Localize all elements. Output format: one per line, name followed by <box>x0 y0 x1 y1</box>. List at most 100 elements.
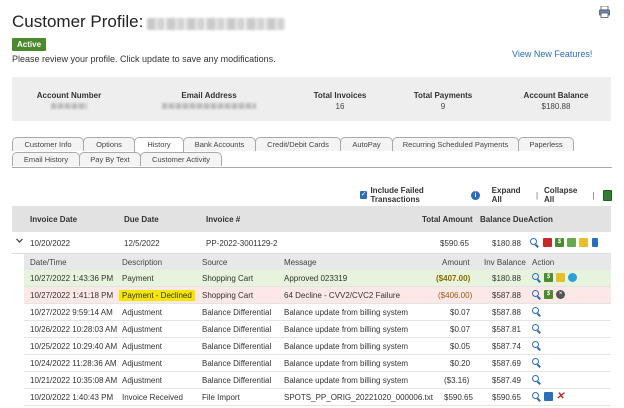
table-row[interactable]: 10/27/2022 1:43:36 PM Payment Shopping C… <box>24 270 611 287</box>
magnifier-icon[interactable] <box>532 358 539 365</box>
col-invoice-date[interactable]: Invoice Date <box>30 215 77 224</box>
invoice-balance-due: $180.88 <box>492 239 521 248</box>
void-icon[interactable]: × <box>556 290 565 299</box>
row-amount: $0.20 <box>450 359 471 368</box>
mail-icon[interactable] <box>556 273 565 282</box>
dollar-icon[interactable]: $ <box>544 273 553 282</box>
magnifier-icon[interactable] <box>530 238 537 245</box>
pdf-icon[interactable] <box>543 238 552 247</box>
magnifier-icon[interactable] <box>532 375 539 382</box>
excel-export-icon[interactable] <box>602 189 612 201</box>
col-balance-due[interactable]: Balance Due <box>480 215 528 224</box>
magnifier-icon[interactable] <box>532 290 539 297</box>
include-failed-checkbox[interactable]: ✓ <box>360 191 368 199</box>
row-source: Balance Differential <box>202 376 272 385</box>
collapse-all-link[interactable]: Collapse All <box>544 186 586 204</box>
magnifier-icon[interactable] <box>532 341 539 348</box>
tab-bank-accounts[interactable]: Bank Accounts <box>183 137 256 151</box>
account-number-redacted <box>51 103 87 109</box>
row-datetime: 10/27/2022 9:59:14 AM <box>30 308 113 317</box>
row-description-highlight: Payment - Declined <box>119 290 195 301</box>
tab-paperless[interactable]: Paperless <box>518 137 574 151</box>
col-due-date[interactable]: Due Date <box>124 215 159 224</box>
account-balance-label: Account Balance <box>523 91 589 100</box>
magnifier-icon[interactable] <box>532 273 539 280</box>
row-datetime: 10/24/2022 11:28:36 AM <box>30 359 117 368</box>
account-number-block: Account Number <box>34 91 104 111</box>
customer-name-redacted <box>147 17 286 30</box>
tab-options[interactable]: Options <box>83 137 135 151</box>
magnifier-icon[interactable] <box>532 307 539 314</box>
table-row[interactable]: 10/21/2022 10:35:08 AM Adjustment Balanc… <box>24 372 611 389</box>
review-instructions: Please review your profile. Click update… <box>12 54 276 64</box>
dollar-icon[interactable]: $ <box>544 290 553 299</box>
printer-icon[interactable] <box>599 6 610 18</box>
row-description: Adjustment <box>122 325 163 334</box>
document-icon[interactable] <box>567 238 576 247</box>
table-row[interactable]: 10/27/2022 9:59:14 AM Adjustment Balance… <box>24 304 611 321</box>
table-row[interactable]: 10/25/2022 10:29:40 AM Adjustment Balanc… <box>24 338 611 355</box>
magnifier-icon[interactable] <box>532 392 539 399</box>
row-datetime: 10/27/2022 1:43:36 PM <box>30 274 114 283</box>
invoice-total-amount: $590.65 <box>440 239 469 248</box>
info-icon[interactable]: i <box>471 190 480 200</box>
row-amount: $0.07 <box>450 325 471 334</box>
tab-customer-activity[interactable]: Customer Activity <box>140 152 222 166</box>
tab-history[interactable]: History <box>134 137 184 152</box>
view-new-features-link[interactable]: View New Features! <box>512 49 592 59</box>
page-title-row: Customer Profile: <box>12 12 286 32</box>
tab-credit-debit-cards[interactable]: Credit/Debit Cards <box>255 137 341 151</box>
chevron-down-icon[interactable] <box>16 237 23 244</box>
col-inv-balance: Inv Balance <box>484 258 526 267</box>
page-title: Customer Profile: <box>12 12 144 31</box>
col-action: Action <box>528 215 553 224</box>
row-description: Adjustment <box>122 308 163 317</box>
tab-customer-info[interactable]: Customer Info <box>12 137 84 151</box>
invoice-row[interactable]: 10/20/2022 12/5/2022 PP-2022-3001129-2 $… <box>12 232 611 254</box>
table-row[interactable]: 10/27/2022 1:41:18 PM Payment - Declined… <box>24 287 611 304</box>
col-datetime: Date/Time <box>30 258 67 267</box>
detail-header: Date/Time Description Source Message Amo… <box>24 254 611 270</box>
email-redacted <box>162 103 256 109</box>
row-datetime: 10/27/2022 1:41:18 PM <box>30 291 114 300</box>
col-invoice-number[interactable]: Invoice # <box>206 215 240 224</box>
row-datetime: 10/25/2022 10:29:40 AM <box>30 342 118 351</box>
refund-icon[interactable] <box>568 273 577 282</box>
tab-autopay[interactable]: AutoPay <box>340 137 393 151</box>
table-row[interactable]: 10/24/2022 11:28:36 AM Adjustment Balanc… <box>24 355 611 372</box>
mail-icon[interactable] <box>579 238 588 247</box>
tab-pay-by-text[interactable]: Pay By Text <box>79 152 141 166</box>
account-number-label: Account Number <box>36 91 102 100</box>
col-total-amount[interactable]: Total Amount <box>422 215 473 224</box>
row-description: Adjustment <box>122 359 163 368</box>
account-balance-value: $180.88 <box>541 102 571 111</box>
invoice-number: PP-2022-3001129-2 <box>206 239 278 248</box>
status-badge: Active <box>12 38 47 51</box>
row-inv-balance: $180.88 <box>492 274 521 283</box>
tab-email-history[interactable]: Email History <box>12 152 80 166</box>
table-row[interactable]: 10/26/2022 10:28:03 AM Adjustment Balanc… <box>24 321 611 338</box>
row-message: Balance update from billing system <box>284 325 409 334</box>
tab-recurring-scheduled-payments[interactable]: Recurring Scheduled Payments <box>392 137 519 151</box>
col-description: Description <box>122 258 163 267</box>
row-source: Balance Differential <box>202 359 272 368</box>
include-failed-label[interactable]: Include Failed Transactions <box>370 186 468 204</box>
row-message: Balance update from billing system <box>284 308 409 317</box>
total-invoices-value: 16 <box>335 102 345 111</box>
table-row[interactable]: 10/20/2022 1:40:43 PM Invoice Received F… <box>24 389 611 406</box>
row-datetime: 10/26/2022 10:28:03 AM <box>30 325 118 334</box>
delete-icon[interactable]: ✕ <box>556 392 565 402</box>
row-amount: ($3.16) <box>444 376 470 385</box>
dollar-icon[interactable]: $ <box>555 238 564 247</box>
total-payments-value: 9 <box>440 102 446 111</box>
email-label: Email Address <box>181 91 237 100</box>
toolbar-separator: | <box>535 190 539 200</box>
row-inv-balance: $587.49 <box>492 376 521 385</box>
expand-all-link[interactable]: Expand All <box>492 186 530 204</box>
row-source: Balance Differential <box>202 342 272 351</box>
phone-icon[interactable] <box>592 238 598 247</box>
history-toolbar: ✓ Include Failed Transactions i Expand A… <box>360 186 612 204</box>
monitor-icon[interactable] <box>544 392 553 401</box>
magnifier-icon[interactable] <box>532 324 539 331</box>
row-inv-balance: $587.88 <box>492 291 521 300</box>
